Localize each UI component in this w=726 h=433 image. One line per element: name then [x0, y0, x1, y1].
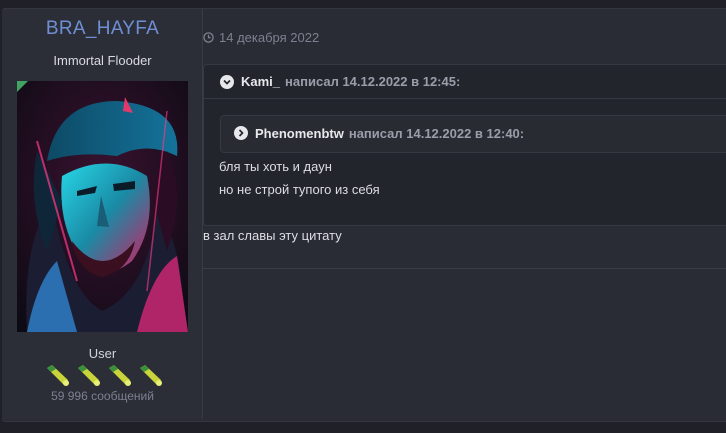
- rank-icon: [47, 365, 69, 386]
- post-body: в зал славы эту цитату: [203, 228, 342, 243]
- nested-quote-header-suffix: написал 14.12.2022 в 12:40:: [348, 125, 525, 141]
- quote-line: но не строй тупого из себя: [219, 182, 380, 197]
- quote-line: бля ты хоть и даун: [219, 159, 332, 174]
- online-indicator: [17, 81, 28, 92]
- chevron-right-icon[interactable]: [234, 126, 248, 140]
- post-date[interactable]: 14 декабря 2022: [203, 30, 319, 45]
- avatar[interactable]: [17, 81, 188, 332]
- nested-quote-author[interactable]: Phenomenbtw: [255, 126, 344, 141]
- quote-author[interactable]: Kami_: [241, 74, 280, 89]
- post-date-text: 14 декабря 2022: [219, 30, 320, 45]
- nested-quote-block: Phenomenbtw написал 14.12.2022 в 12:40:: [220, 115, 726, 153]
- quote-text: бля ты хоть и даун но не строй тупого из…: [219, 155, 380, 201]
- author-group: User: [88, 346, 117, 361]
- rank-icon: [78, 365, 100, 386]
- quote-block: Kami_ написал 14.12.2022 в 12:45: Phenom…: [203, 64, 726, 226]
- nested-quote-header[interactable]: Phenomenbtw написал 14.12.2022 в 12:40:: [221, 116, 726, 150]
- rank-icon: [140, 365, 162, 386]
- author-posts-count: 59 996 сообщений: [51, 389, 154, 403]
- quote-header-suffix: написал 14.12.2022 в 12:45:: [285, 74, 461, 89]
- rank-badges: [44, 362, 166, 388]
- rank-icon: [109, 365, 131, 386]
- chevron-down-icon[interactable]: [220, 74, 234, 89]
- avatar-image: [17, 81, 188, 332]
- author-title: Immortal Flooder: [53, 53, 152, 68]
- clock-icon: [203, 32, 214, 43]
- quote-header[interactable]: Kami_ написал 14.12.2022 в 12:45:: [204, 65, 726, 99]
- divider: [203, 268, 726, 269]
- author-username[interactable]: BRA_HAYFA: [0, 18, 205, 40]
